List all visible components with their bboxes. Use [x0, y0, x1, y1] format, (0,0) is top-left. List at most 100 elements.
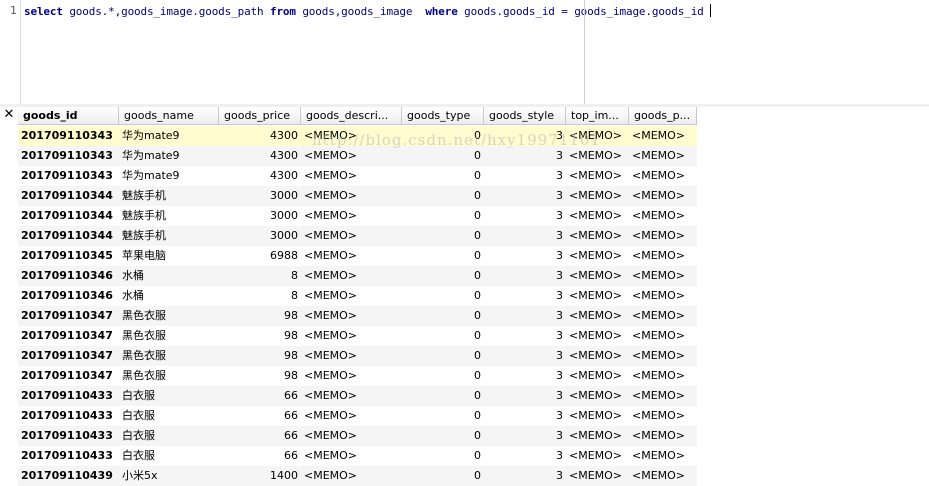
- table-cell[interactable]: 1400: [219, 466, 301, 486]
- close-icon[interactable]: ✕: [0, 107, 18, 125]
- sql-editor[interactable]: 1 select goods.*,goods_image.goods_path …: [0, 0, 929, 105]
- table-cell[interactable]: 3: [484, 166, 566, 186]
- table-cell[interactable]: 6988: [219, 246, 301, 266]
- table-cell[interactable]: 201709110347: [18, 306, 119, 326]
- table-row[interactable]: 201709110347 黑色衣服 98 <MEMO> 0 3 <MEMO> <MEMO>: [18, 306, 697, 326]
- table-cell[interactable]: <MEMO>: [566, 206, 629, 226]
- table-cell[interactable]: 201709110347: [18, 366, 119, 386]
- table-cell[interactable]: 3: [484, 346, 566, 366]
- table-cell[interactable]: 水桶: [119, 286, 219, 306]
- column-header-goods-style[interactable]: goods_style: [484, 107, 566, 125]
- table-cell[interactable]: <MEMO>: [629, 146, 697, 166]
- table-cell[interactable]: <MEMO>: [301, 346, 402, 366]
- sql-query-text[interactable]: select goods.*,goods_image.goods_path fr…: [24, 4, 711, 18]
- table-cell[interactable]: <MEMO>: [301, 366, 402, 386]
- table-cell[interactable]: 4300: [219, 146, 301, 166]
- table-cell[interactable]: 黑色衣服: [119, 326, 219, 346]
- table-cell[interactable]: 3: [484, 426, 566, 446]
- table-cell[interactable]: <MEMO>: [566, 146, 629, 166]
- table-cell[interactable]: <MEMO>: [301, 406, 402, 426]
- table-cell[interactable]: 0: [402, 206, 484, 226]
- table-cell[interactable]: 白衣服: [119, 406, 219, 426]
- table-row[interactable]: 201709110346 水桶 8 <MEMO> 0 3 <MEMO> <MEMO>: [18, 286, 697, 306]
- table-cell[interactable]: 白衣服: [119, 426, 219, 446]
- table-cell[interactable]: <MEMO>: [629, 446, 697, 466]
- table-cell[interactable]: 0: [402, 186, 484, 206]
- table-cell[interactable]: 201709110347: [18, 346, 119, 366]
- table-cell[interactable]: 66: [219, 386, 301, 406]
- table-cell[interactable]: 0: [402, 266, 484, 286]
- table-cell[interactable]: 0: [402, 466, 484, 486]
- table-cell[interactable]: 201709110345: [18, 246, 119, 266]
- table-cell[interactable]: <MEMO>: [566, 406, 629, 426]
- table-cell[interactable]: 小米5x: [119, 466, 219, 486]
- table-cell[interactable]: <MEMO>: [566, 226, 629, 246]
- table-cell[interactable]: 3: [484, 366, 566, 386]
- table-cell[interactable]: <MEMO>: [566, 326, 629, 346]
- table-cell[interactable]: 3000: [219, 226, 301, 246]
- table-cell[interactable]: 8: [219, 266, 301, 286]
- table-cell[interactable]: 201709110343: [18, 166, 119, 186]
- table-row[interactable]: 201709110344 魅族手机 3000 <MEMO> 0 3 <MEMO> <MEMO>: [18, 206, 697, 226]
- table-cell[interactable]: 0: [402, 126, 484, 146]
- table-cell[interactable]: 98: [219, 346, 301, 366]
- table-row[interactable]: 201709110344 魅族手机 3000 <MEMO> 0 3 <MEMO> <MEMO>: [18, 226, 697, 246]
- table-cell[interactable]: 4300: [219, 166, 301, 186]
- table-cell[interactable]: <MEMO>: [629, 466, 697, 486]
- table-cell[interactable]: <MEMO>: [301, 226, 402, 246]
- table-cell[interactable]: 苹果电脑: [119, 246, 219, 266]
- table-cell[interactable]: <MEMO>: [301, 426, 402, 446]
- table-cell[interactable]: 3: [484, 226, 566, 246]
- table-cell[interactable]: <MEMO>: [301, 206, 402, 226]
- table-cell[interactable]: <MEMO>: [301, 246, 402, 266]
- column-header-goods-id[interactable]: goods_id: [18, 107, 119, 125]
- table-row[interactable]: 201709110344 魅族手机 3000 <MEMO> 0 3 <MEMO> <MEMO>: [18, 186, 697, 206]
- table-cell[interactable]: 0: [402, 346, 484, 366]
- table-cell[interactable]: 66: [219, 426, 301, 446]
- column-header-goods-name[interactable]: goods_name: [119, 107, 219, 125]
- table-cell[interactable]: 3: [484, 386, 566, 406]
- table-cell[interactable]: 201709110433: [18, 426, 119, 446]
- table-cell[interactable]: 3: [484, 326, 566, 346]
- table-cell[interactable]: <MEMO>: [301, 166, 402, 186]
- table-cell[interactable]: <MEMO>: [566, 346, 629, 366]
- table-cell[interactable]: 201709110344: [18, 186, 119, 206]
- table-cell[interactable]: <MEMO>: [566, 186, 629, 206]
- table-cell[interactable]: <MEMO>: [301, 446, 402, 466]
- table-cell[interactable]: 3: [484, 266, 566, 286]
- table-cell[interactable]: <MEMO>: [566, 386, 629, 406]
- table-cell[interactable]: <MEMO>: [566, 166, 629, 186]
- table-cell[interactable]: <MEMO>: [629, 286, 697, 306]
- table-row[interactable]: 201709110347 黑色衣服 98 <MEMO> 0 3 <MEMO> <MEMO>: [18, 326, 697, 346]
- table-cell[interactable]: <MEMO>: [301, 386, 402, 406]
- table-row[interactable]: 201709110343 华为mate9 4300 <MEMO> 0 3 <MEMO> <ME…: [18, 146, 697, 166]
- table-cell[interactable]: 华为mate9: [119, 126, 219, 146]
- column-header-goods-descri[interactable]: goods_descri...: [301, 107, 402, 125]
- table-cell[interactable]: <MEMO>: [629, 306, 697, 326]
- table-cell[interactable]: 黑色衣服: [119, 346, 219, 366]
- table-cell[interactable]: 3: [484, 146, 566, 166]
- table-cell[interactable]: 0: [402, 386, 484, 406]
- table-cell[interactable]: 0: [402, 146, 484, 166]
- table-cell[interactable]: 201709110344: [18, 226, 119, 246]
- table-row[interactable]: 201709110433 白衣服 66 <MEMO> 0 3 <MEMO> <MEMO>: [18, 406, 697, 426]
- table-row[interactable]: 201709110346 水桶 8 <MEMO> 0 3 <MEMO> <MEMO>: [18, 266, 697, 286]
- table-cell[interactable]: 3: [484, 466, 566, 486]
- table-cell[interactable]: 华为mate9: [119, 146, 219, 166]
- table-cell[interactable]: 3: [484, 246, 566, 266]
- table-cell[interactable]: 华为mate9: [119, 166, 219, 186]
- column-header-goods-price[interactable]: goods_price: [219, 107, 301, 125]
- table-cell[interactable]: 201709110346: [18, 266, 119, 286]
- table-cell[interactable]: <MEMO>: [629, 186, 697, 206]
- table-cell[interactable]: 3: [484, 126, 566, 146]
- table-cell[interactable]: <MEMO>: [301, 306, 402, 326]
- table-cell[interactable]: 0: [402, 306, 484, 326]
- table-cell[interactable]: <MEMO>: [301, 186, 402, 206]
- table-row[interactable]: 201709110439 小米5x 1400 <MEMO> 0 3 <MEMO> <MEMO>: [18, 466, 697, 486]
- table-cell[interactable]: <MEMO>: [566, 446, 629, 466]
- column-header-goods-type[interactable]: goods_type: [402, 107, 484, 125]
- table-cell[interactable]: 3: [484, 306, 566, 326]
- table-cell[interactable]: 0: [402, 246, 484, 266]
- table-cell[interactable]: 3000: [219, 206, 301, 226]
- table-cell[interactable]: 黑色衣服: [119, 366, 219, 386]
